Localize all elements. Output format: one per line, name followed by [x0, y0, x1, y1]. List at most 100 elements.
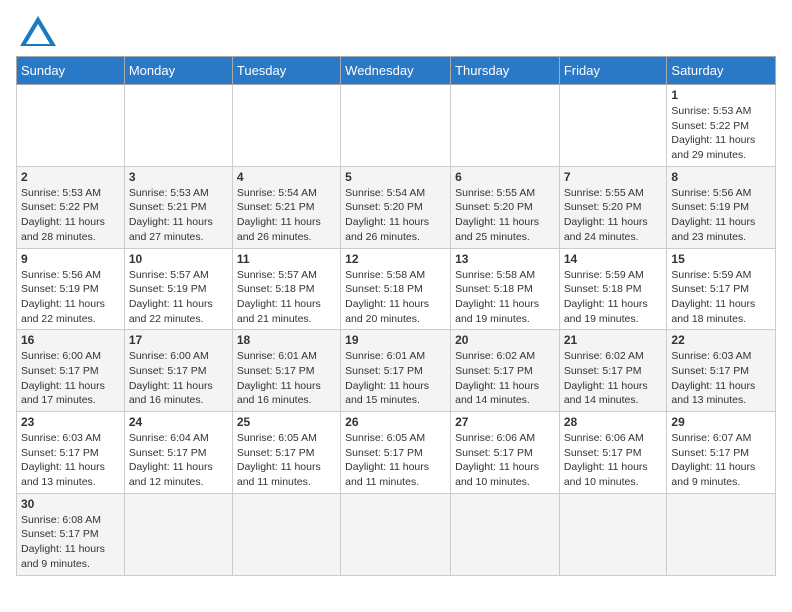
calendar-cell: 10Sunrise: 5:57 AMSunset: 5:19 PMDayligh… [124, 248, 232, 330]
day-number: 25 [237, 415, 336, 429]
day-number: 27 [455, 415, 555, 429]
day-info: Sunrise: 5:58 AMSunset: 5:18 PMDaylight:… [455, 268, 555, 327]
day-number: 6 [455, 170, 555, 184]
day-info: Sunrise: 6:03 AMSunset: 5:17 PMDaylight:… [21, 431, 120, 490]
day-number: 9 [21, 252, 120, 266]
calendar-cell [124, 493, 232, 575]
logo-icon [20, 16, 56, 46]
day-number: 22 [671, 333, 771, 347]
day-number: 24 [129, 415, 228, 429]
day-number: 20 [455, 333, 555, 347]
calendar-cell [17, 85, 125, 167]
day-info: Sunrise: 6:01 AMSunset: 5:17 PMDaylight:… [345, 349, 446, 408]
day-info: Sunrise: 5:53 AMSunset: 5:22 PMDaylight:… [671, 104, 771, 163]
day-number: 17 [129, 333, 228, 347]
day-info: Sunrise: 5:59 AMSunset: 5:17 PMDaylight:… [671, 268, 771, 327]
day-number: 2 [21, 170, 120, 184]
logo [16, 16, 56, 46]
day-info: Sunrise: 6:08 AMSunset: 5:17 PMDaylight:… [21, 513, 120, 572]
calendar-week-row: 2 Sunrise: 5:53 AMSunset: 5:22 PMDaylight… [17, 166, 776, 248]
calendar-cell: 7 Sunrise: 5:55 AMSunset: 5:20 PMDaylight… [559, 166, 667, 248]
day-info: Sunrise: 6:00 AMSunset: 5:17 PMDaylight:… [21, 349, 120, 408]
calendar-cell: 25 Sunrise: 6:05 AMSunset: 5:17 PMDayligh… [232, 412, 340, 494]
calendar-cell: 5 Sunrise: 5:54 AMSunset: 5:20 PMDaylight… [341, 166, 451, 248]
day-info: Sunrise: 5:55 AMSunset: 5:20 PMDaylight:… [564, 186, 663, 245]
day-info: Sunrise: 6:05 AMSunset: 5:17 PMDaylight:… [237, 431, 336, 490]
calendar-cell: 2 Sunrise: 5:53 AMSunset: 5:22 PMDaylight… [17, 166, 125, 248]
day-info: Sunrise: 6:01 AMSunset: 5:17 PMDaylight:… [237, 349, 336, 408]
calendar-cell: 9 Sunrise: 5:56 AMSunset: 5:19 PMDaylight… [17, 248, 125, 330]
calendar-cell [232, 85, 340, 167]
calendar-cell: 30 Sunrise: 6:08 AMSunset: 5:17 PMDayligh… [17, 493, 125, 575]
calendar-cell [341, 493, 451, 575]
calendar-cell: 4 Sunrise: 5:54 AMSunset: 5:21 PMDaylight… [232, 166, 340, 248]
page-header [16, 16, 776, 46]
day-number: 15 [671, 252, 771, 266]
day-number: 19 [345, 333, 446, 347]
calendar-week-row: 9 Sunrise: 5:56 AMSunset: 5:19 PMDaylight… [17, 248, 776, 330]
day-info: Sunrise: 5:54 AMSunset: 5:21 PMDaylight:… [237, 186, 336, 245]
day-info: Sunrise: 6:05 AMSunset: 5:17 PMDaylight:… [345, 431, 446, 490]
calendar-cell: 3 Sunrise: 5:53 AMSunset: 5:21 PMDaylight… [124, 166, 232, 248]
calendar-cell [232, 493, 340, 575]
day-number: 12 [345, 252, 446, 266]
col-header-monday: Monday [124, 57, 232, 85]
calendar-cell: 8 Sunrise: 5:56 AMSunset: 5:19 PMDaylight… [667, 166, 776, 248]
day-info: Sunrise: 6:00 AMSunset: 5:17 PMDaylight:… [129, 349, 228, 408]
day-info: Sunrise: 6:02 AMSunset: 5:17 PMDaylight:… [455, 349, 555, 408]
day-info: Sunrise: 5:57 AMSunset: 5:19 PMDaylight:… [129, 268, 228, 327]
calendar-cell [451, 493, 560, 575]
day-info: Sunrise: 5:56 AMSunset: 5:19 PMDaylight:… [671, 186, 771, 245]
calendar-cell: 19 Sunrise: 6:01 AMSunset: 5:17 PMDayligh… [341, 330, 451, 412]
calendar-cell [559, 493, 667, 575]
day-info: Sunrise: 5:58 AMSunset: 5:18 PMDaylight:… [345, 268, 446, 327]
day-info: Sunrise: 5:56 AMSunset: 5:19 PMDaylight:… [21, 268, 120, 327]
calendar-cell: 26Sunrise: 6:05 AMSunset: 5:17 PMDayligh… [341, 412, 451, 494]
calendar-cell: 21Sunrise: 6:02 AMSunset: 5:17 PMDayligh… [559, 330, 667, 412]
calendar-cell: 28Sunrise: 6:06 AMSunset: 5:17 PMDayligh… [559, 412, 667, 494]
calendar-cell: 12 Sunrise: 5:58 AMSunset: 5:18 PMDayligh… [341, 248, 451, 330]
calendar-cell: 15 Sunrise: 5:59 AMSunset: 5:17 PMDayligh… [667, 248, 776, 330]
calendar-week-row: 23Sunrise: 6:03 AMSunset: 5:17 PMDayligh… [17, 412, 776, 494]
col-header-friday: Friday [559, 57, 667, 85]
calendar-cell [341, 85, 451, 167]
day-info: Sunrise: 6:02 AMSunset: 5:17 PMDaylight:… [564, 349, 663, 408]
day-info: Sunrise: 5:53 AMSunset: 5:21 PMDaylight:… [129, 186, 228, 245]
day-info: Sunrise: 6:07 AMSunset: 5:17 PMDaylight:… [671, 431, 771, 490]
day-number: 7 [564, 170, 663, 184]
calendar-cell [451, 85, 560, 167]
day-number: 8 [671, 170, 771, 184]
day-number: 30 [21, 497, 120, 511]
calendar-cell: 14 Sunrise: 5:59 AMSunset: 5:18 PMDayligh… [559, 248, 667, 330]
calendar-cell: 29 Sunrise: 6:07 AMSunset: 5:17 PMDayligh… [667, 412, 776, 494]
calendar-cell: 24 Sunrise: 6:04 AMSunset: 5:17 PMDayligh… [124, 412, 232, 494]
calendar-cell [667, 493, 776, 575]
day-number: 5 [345, 170, 446, 184]
day-number: 13 [455, 252, 555, 266]
day-info: Sunrise: 6:04 AMSunset: 5:17 PMDaylight:… [129, 431, 228, 490]
calendar-cell [124, 85, 232, 167]
calendar-cell: 18 Sunrise: 6:01 AMSunset: 5:17 PMDayligh… [232, 330, 340, 412]
day-number: 4 [237, 170, 336, 184]
day-info: Sunrise: 5:59 AMSunset: 5:18 PMDaylight:… [564, 268, 663, 327]
calendar-cell: 6 Sunrise: 5:55 AMSunset: 5:20 PMDaylight… [451, 166, 560, 248]
day-number: 18 [237, 333, 336, 347]
calendar-table: SundayMondayTuesdayWednesdayThursdayFrid… [16, 56, 776, 576]
calendar-cell: 27Sunrise: 6:06 AMSunset: 5:17 PMDayligh… [451, 412, 560, 494]
calendar-week-row: 1Sunrise: 5:53 AMSunset: 5:22 PMDaylight… [17, 85, 776, 167]
day-info: Sunrise: 5:54 AMSunset: 5:20 PMDaylight:… [345, 186, 446, 245]
calendar-cell: 13 Sunrise: 5:58 AMSunset: 5:18 PMDayligh… [451, 248, 560, 330]
day-number: 29 [671, 415, 771, 429]
day-info: Sunrise: 5:53 AMSunset: 5:22 PMDaylight:… [21, 186, 120, 245]
calendar-week-row: 30 Sunrise: 6:08 AMSunset: 5:17 PMDayligh… [17, 493, 776, 575]
day-number: 14 [564, 252, 663, 266]
day-info: Sunrise: 5:55 AMSunset: 5:20 PMDaylight:… [455, 186, 555, 245]
day-number: 16 [21, 333, 120, 347]
col-header-sunday: Sunday [17, 57, 125, 85]
day-info: Sunrise: 5:57 AMSunset: 5:18 PMDaylight:… [237, 268, 336, 327]
day-info: Sunrise: 6:03 AMSunset: 5:17 PMDaylight:… [671, 349, 771, 408]
col-header-wednesday: Wednesday [341, 57, 451, 85]
day-number: 28 [564, 415, 663, 429]
col-header-thursday: Thursday [451, 57, 560, 85]
day-number: 3 [129, 170, 228, 184]
